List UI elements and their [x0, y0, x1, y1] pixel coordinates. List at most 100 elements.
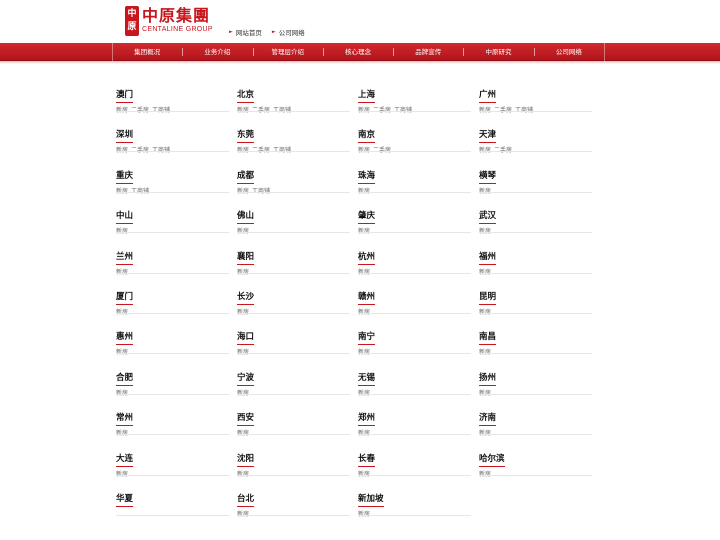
- city-card: 天津新房二手房: [479, 122, 600, 162]
- divider: [358, 151, 471, 153]
- city-card: 郑州新房: [358, 405, 479, 445]
- city-name-link[interactable]: 澳门: [116, 90, 134, 103]
- divider: [237, 514, 350, 516]
- divider: [237, 393, 350, 395]
- nav-item-3[interactable]: 核心理念: [322, 43, 393, 61]
- city-name-link[interactable]: 中山: [116, 211, 134, 225]
- company-network-link[interactable]: ► 公司网络: [272, 27, 305, 37]
- city-name-link[interactable]: 合肥: [116, 373, 134, 386]
- city-card: 杭州新房: [358, 244, 479, 284]
- divider: [237, 232, 350, 234]
- city-card: 武汉新房: [479, 203, 600, 243]
- divider: [116, 272, 229, 274]
- divider: [358, 434, 471, 436]
- logo-english-name: CENTALINE GROUP: [142, 26, 213, 33]
- city-name-link[interactable]: 肇庆: [358, 211, 376, 225]
- divider: [479, 393, 592, 395]
- city-name-link[interactable]: 西安: [237, 413, 255, 427]
- nav-item-6[interactable]: 公司网络: [533, 43, 604, 61]
- city-name-link[interactable]: 扬州: [479, 373, 497, 386]
- city-card: 襄阳新房: [237, 244, 358, 284]
- header: 中原 中原集團 CENTALINE GROUP ► 网站首页 ► 公司网络: [0, 0, 720, 44]
- city-card: 深圳新房二手房工商铺: [116, 122, 237, 162]
- city-card: 福州新房: [479, 244, 600, 284]
- nav-item-0[interactable]: 集团概况: [112, 43, 182, 61]
- divider: [358, 312, 471, 314]
- city-name-link[interactable]: 横琴: [479, 171, 497, 184]
- city-name-link[interactable]: 东莞: [237, 130, 255, 144]
- city-card: 台北新房: [237, 486, 358, 526]
- city-name-link[interactable]: 郑州: [358, 413, 376, 427]
- city-card: 昆明新房: [479, 284, 600, 324]
- city-name-link[interactable]: 重庆: [116, 171, 134, 184]
- city-card: 澳门新房二手房工商铺: [116, 82, 237, 122]
- centaline-logo[interactable]: 中原 中原集團 CENTALINE GROUP: [125, 6, 213, 36]
- city-card: 新加坡新房: [358, 486, 479, 526]
- city-name-link[interactable]: 无锡: [358, 373, 376, 386]
- city-card: 成都新房工商铺: [237, 163, 358, 203]
- city-name-link[interactable]: 兰州: [116, 252, 134, 265]
- city-card: 惠州新房: [116, 324, 237, 364]
- nav-item-1[interactable]: 业务介绍: [182, 43, 252, 61]
- company-network-link-label: 公司网络: [278, 29, 305, 37]
- city-card: 南宁新房: [358, 324, 479, 364]
- city-name-link[interactable]: 北京: [237, 90, 255, 103]
- city-name-link[interactable]: 南昌: [479, 332, 497, 346]
- city-name-link[interactable]: 沈阳: [237, 454, 255, 467]
- city-name-link[interactable]: 福州: [479, 252, 497, 265]
- divider: [237, 474, 350, 476]
- city-card: 中山新房: [116, 203, 237, 243]
- city-name-link[interactable]: 南宁: [358, 332, 376, 346]
- city-name-link[interactable]: 珠海: [358, 171, 376, 184]
- divider: [116, 191, 229, 193]
- city-name-link[interactable]: 宁波: [237, 373, 255, 386]
- city-name-link[interactable]: 昆明: [479, 292, 497, 305]
- divider: [358, 393, 471, 395]
- city-name-link[interactable]: 厦门: [116, 292, 134, 305]
- arrow-right-icon: ►: [229, 29, 233, 35]
- city-name-link[interactable]: 南京: [358, 130, 376, 144]
- city-card: 上海新房二手房工商铺: [358, 82, 479, 122]
- city-name-link[interactable]: 长春: [358, 454, 376, 467]
- city-name-link[interactable]: 华夏: [116, 494, 134, 507]
- city-name-link[interactable]: 上海: [358, 90, 376, 103]
- city-card: 沈阳新房: [237, 446, 358, 486]
- city-card: 重庆新房工商铺: [116, 163, 237, 203]
- city-name-link[interactable]: 襄阳: [237, 252, 255, 265]
- divider: [479, 353, 592, 355]
- city-name-link[interactable]: 广州: [479, 90, 497, 103]
- nav-item-4[interactable]: 品牌宣传: [393, 43, 463, 61]
- city-name-link[interactable]: 深圳: [116, 130, 134, 144]
- city-name-link[interactable]: 新加坡: [358, 494, 384, 507]
- city-name-link[interactable]: 成都: [237, 171, 255, 184]
- city-name-link[interactable]: 大连: [116, 454, 134, 467]
- divider: [358, 353, 471, 355]
- city-name-link[interactable]: 佛山: [237, 211, 255, 225]
- divider: [116, 111, 229, 112]
- city-name-link[interactable]: 台北: [237, 494, 255, 507]
- nav-item-2[interactable]: 管理层介绍: [252, 43, 323, 61]
- city-name-link[interactable]: 惠州: [116, 332, 134, 346]
- city-name-link[interactable]: 天津: [479, 130, 497, 144]
- city-name-link[interactable]: 哈尔滨: [479, 454, 505, 467]
- city-name-link[interactable]: 长沙: [237, 292, 255, 305]
- divider: [358, 232, 471, 234]
- home-link[interactable]: ► 网站首页: [229, 27, 262, 37]
- city-name-link[interactable]: 赣州: [358, 292, 376, 305]
- divider: [237, 353, 350, 355]
- divider: [479, 474, 592, 476]
- divider: [116, 434, 229, 436]
- divider: [479, 312, 592, 314]
- nav-items: 集团概况 业务介绍 管理层介绍 核心理念 品牌宣传 中原研究 公司网络: [112, 43, 604, 61]
- city-name-link[interactable]: 常州: [116, 413, 134, 427]
- city-name-link[interactable]: 海口: [237, 332, 255, 346]
- divider: [237, 191, 350, 193]
- city-name-link[interactable]: 武汉: [479, 211, 497, 225]
- city-name-link[interactable]: 济南: [479, 413, 497, 427]
- divider: [116, 353, 229, 355]
- city-card: 横琴新房: [479, 163, 600, 203]
- city-grid: 澳门新房二手房工商铺北京新房二手房工商铺上海新房二手房工商铺广州新房二手房工商铺…: [116, 82, 600, 526]
- divider: [237, 151, 350, 153]
- nav-item-5[interactable]: 中原研究: [463, 43, 533, 61]
- city-name-link[interactable]: 杭州: [358, 252, 376, 265]
